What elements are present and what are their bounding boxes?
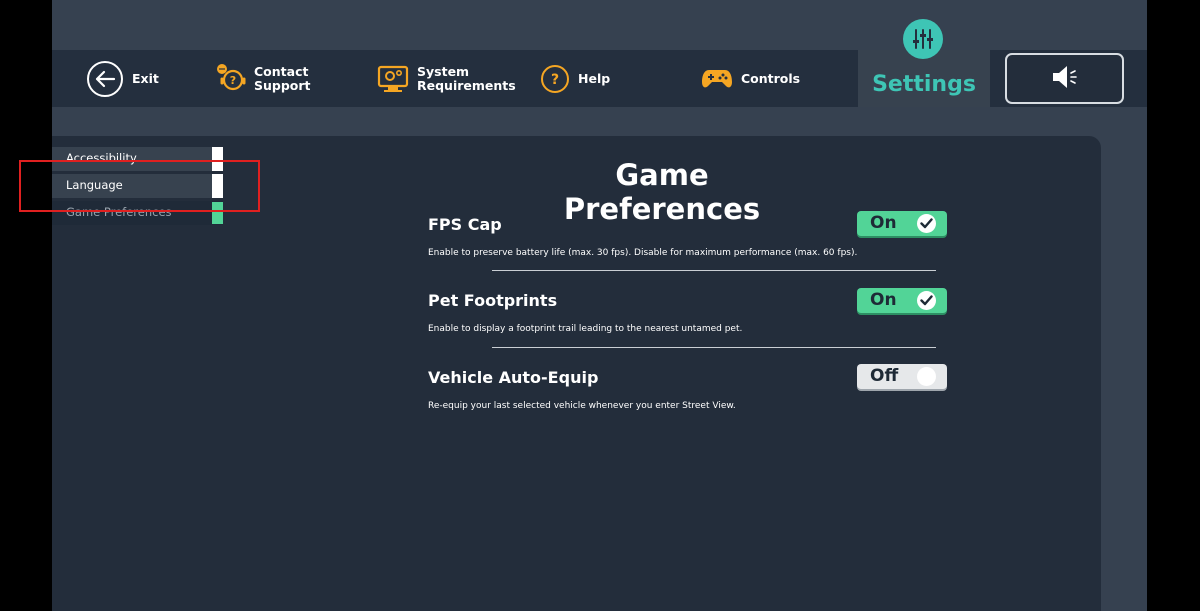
sound-toggle-button[interactable] — [1005, 53, 1124, 104]
pref-vehicle-auto-equip-name: Vehicle Auto-Equip — [428, 368, 599, 387]
settings-label: Settings — [872, 72, 976, 97]
help-label: Help — [578, 70, 611, 86]
exit-button[interactable]: Exit — [86, 50, 159, 107]
divider — [492, 270, 936, 271]
divider — [492, 347, 936, 348]
game-window: Exit ? Contact Support System Requiremen… — [52, 0, 1147, 611]
toggle-state-label: On — [870, 290, 897, 310]
pref-fps-cap-desc: Enable to preserve battery life (max. 30… — [428, 248, 858, 258]
toggle-state-label: Off — [870, 366, 899, 386]
system-label-line2: Requirements — [417, 77, 516, 93]
monitor-gear-icon — [377, 64, 409, 94]
highlight-box — [19, 160, 260, 212]
controls-label: Controls — [741, 70, 801, 86]
support-headset-icon: ? — [215, 63, 247, 95]
speaker-icon — [1050, 64, 1080, 94]
svg-text:?: ? — [551, 72, 559, 88]
sliders-icon — [903, 19, 943, 59]
back-arrow-icon — [86, 60, 124, 98]
page-title: Game Preferences — [563, 158, 761, 226]
help-button[interactable]: ? Help — [540, 50, 610, 107]
letterbox-right — [1147, 0, 1200, 611]
controls-button[interactable]: Controls — [701, 50, 800, 107]
pref-fps-cap-name: FPS Cap — [428, 215, 502, 234]
vehicle-auto-equip-toggle[interactable]: Off — [857, 364, 947, 389]
pref-pet-footprints-name: Pet Footprints — [428, 291, 558, 310]
check-icon — [917, 214, 936, 233]
system-requirements-button[interactable]: System Requirements — [377, 50, 516, 107]
check-icon — [917, 291, 936, 310]
toggle-knob — [917, 367, 936, 386]
gamepad-icon — [701, 67, 733, 91]
pref-pet-footprints-desc: Enable to display a footprint trail lead… — [428, 324, 743, 334]
contact-label-line1: Contact — [254, 63, 309, 79]
svg-text:?: ? — [230, 74, 236, 87]
letterbox-left — [0, 0, 52, 611]
fps-cap-toggle[interactable]: On — [857, 211, 947, 236]
exit-label: Exit — [132, 70, 159, 86]
system-label-line1: System — [417, 63, 470, 79]
pref-vehicle-auto-equip-desc: Re-equip your last selected vehicle when… — [428, 401, 736, 411]
toggle-state-label: On — [870, 213, 897, 233]
pet-footprints-toggle[interactable]: On — [857, 288, 947, 313]
question-icon: ? — [540, 64, 570, 94]
contact-support-button[interactable]: ? Contact Support — [215, 50, 311, 107]
contact-label-line2: Support — [254, 77, 311, 93]
